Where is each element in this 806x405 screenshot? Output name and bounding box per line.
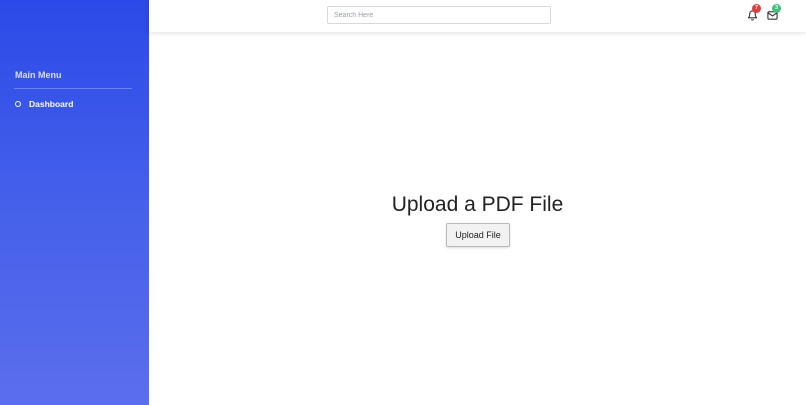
notifications-button[interactable]: 7 [746,4,761,22]
search-input[interactable] [327,6,551,24]
sidebar-item-dashboard[interactable]: Dashboard [15,97,73,111]
app-window: Main Menu Dashboard 7 3 Upload a PDF Fil… [0,0,806,405]
sidebar-menu-title: Main Menu [15,70,62,80]
circle-ring-icon [15,101,21,107]
sidebar-divider [14,88,132,89]
message-count-badge: 3 [772,4,781,13]
notification-count-badge: 7 [752,4,761,13]
top-bar: 7 3 [149,0,806,32]
upload-file-button[interactable]: Upload File [446,223,510,247]
sidebar: Main Menu Dashboard [0,0,149,405]
page-title: Upload a PDF File [391,193,564,216]
sidebar-item-label: Dashboard [29,99,74,109]
main-content: Upload a PDF File Upload File [149,32,806,405]
messages-button[interactable]: 3 [766,4,781,22]
